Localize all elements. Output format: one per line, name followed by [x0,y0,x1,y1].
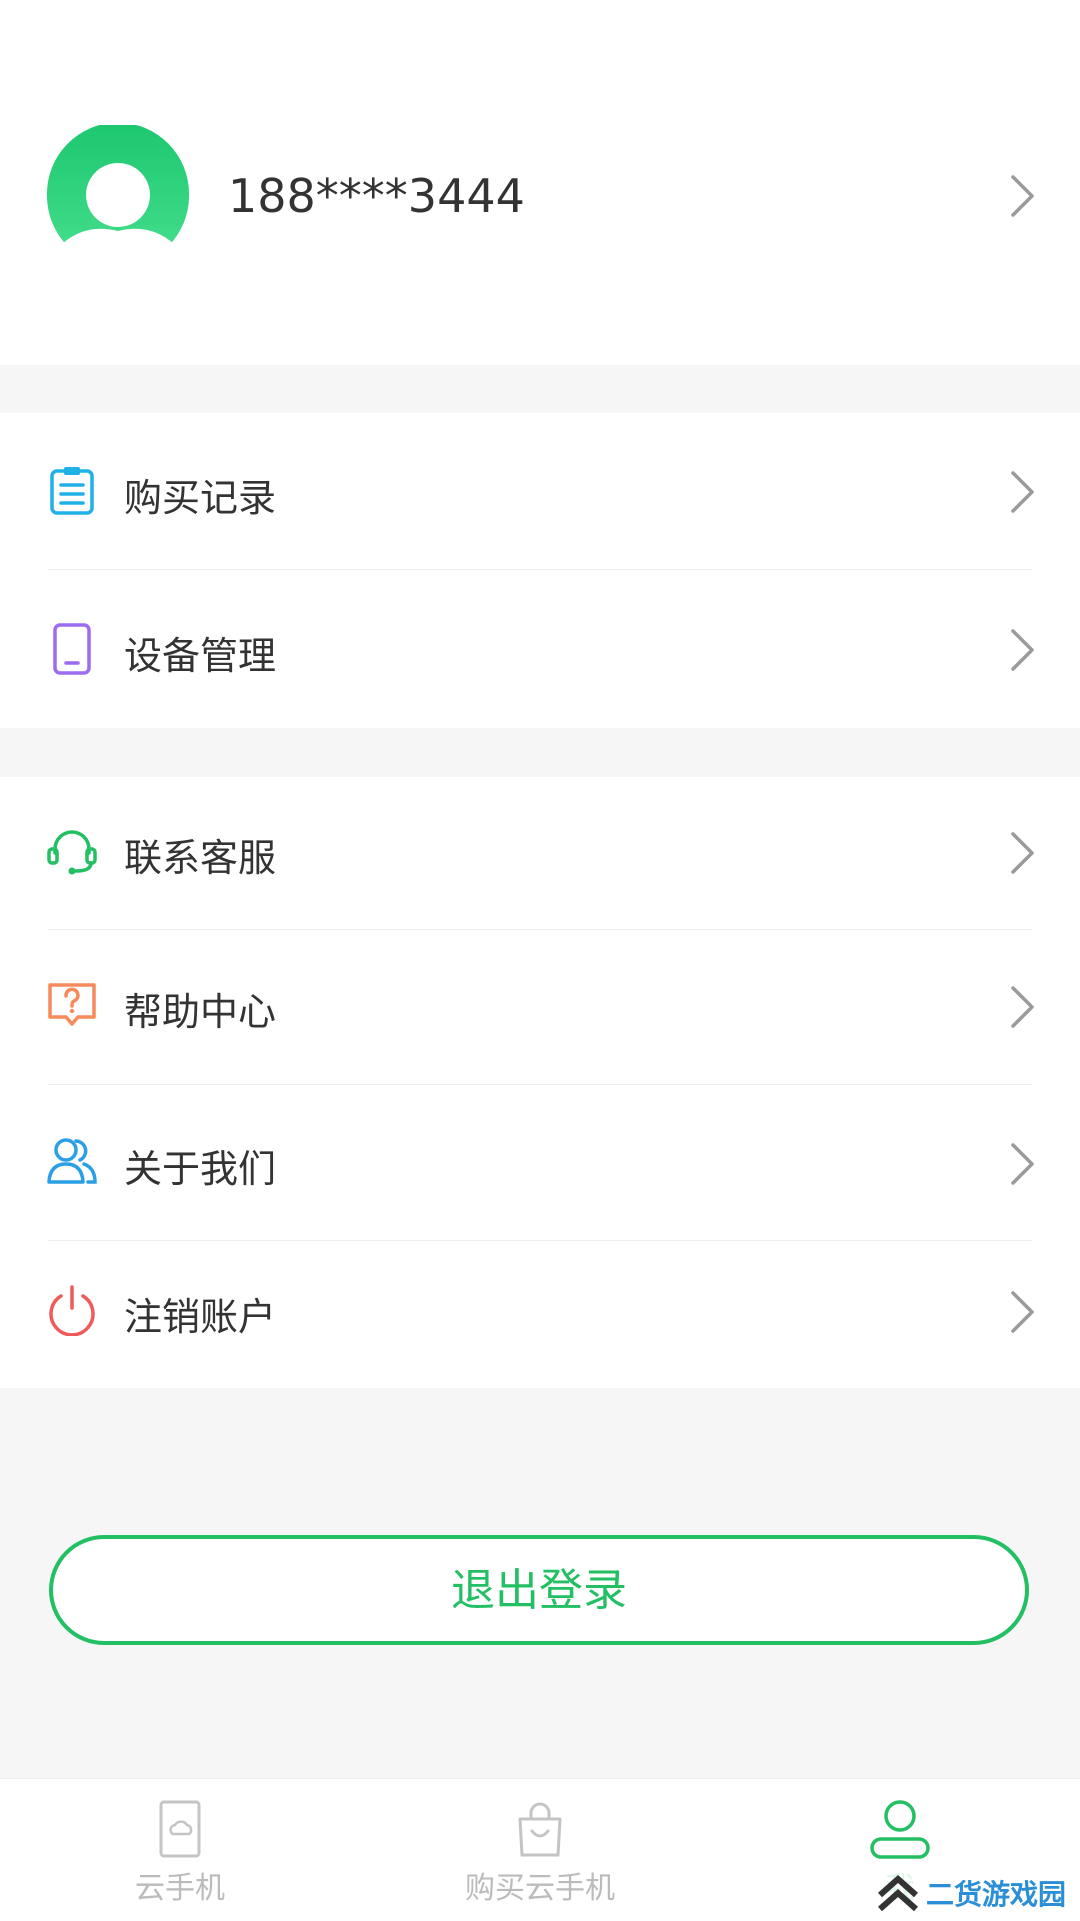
menu-item-label: 购买记录 [124,476,277,520]
tab-label: 云手机 [135,1871,225,1906]
avatar-icon [47,125,189,267]
menu-item-contact-service[interactable]: 联系客服 [0,777,1080,929]
menu-item-cancel-account[interactable]: 注销账户 [0,1240,1080,1388]
watermark-text: 二货游戏园 [925,1878,1066,1911]
profile-header[interactable]: 188****3444 [0,0,1080,365]
menu-item-device-management[interactable]: 设备管理 [0,570,1080,728]
bottom-tab-bar: 云手机 购买云手机 我 二货游戏园 [0,1778,1080,1921]
menu-item-label: 注销账户 [124,1295,277,1339]
chevron-right-icon [1011,1143,1034,1185]
chevron-right-icon [1011,1291,1034,1333]
phone-number: 188****3444 [228,169,525,223]
chevron-right-icon [1011,629,1034,671]
users-icon [47,1138,97,1184]
chevron-right-icon [1011,986,1034,1028]
shopping-bag-icon [518,1802,562,1857]
menu-item-label: 关于我们 [124,1147,277,1191]
user-icon [870,1800,930,1859]
chevron-right-icon [1011,832,1034,874]
help-question-icon [48,983,96,1026]
menu-item-label: 联系客服 [124,836,277,880]
menu-item-about-us[interactable]: 关于我们 [0,1084,1080,1240]
chevron-right-icon [1011,471,1034,513]
menu-group-support: 联系客服 帮助中心 关于我们 注销账户 [0,777,1080,1388]
watermark-logo-icon [877,1875,918,1911]
cloud-phone-icon [159,1800,201,1858]
menu-item-help-center[interactable]: 帮助中心 [0,929,1080,1084]
logout-button[interactable]: 退出登录 [49,1535,1029,1645]
tab-cloud-phone[interactable]: 云手机 [0,1779,360,1921]
clipboard-icon [50,467,94,515]
tab-label: 购买云手机 [465,1871,615,1906]
phone-device-icon [53,623,91,675]
chevron-right-icon [1011,175,1034,217]
menu-group-orders: 购买记录 设备管理 [0,413,1080,728]
menu-item-label: 设备管理 [124,634,277,678]
watermark: 二货游戏园 [869,1869,1072,1917]
power-icon [49,1285,95,1336]
menu-item-label: 帮助中心 [124,990,277,1034]
menu-item-purchase-records[interactable]: 购买记录 [0,413,1080,570]
tab-buy-cloud-phone[interactable]: 购买云手机 [360,1779,720,1921]
headset-icon [47,830,97,875]
